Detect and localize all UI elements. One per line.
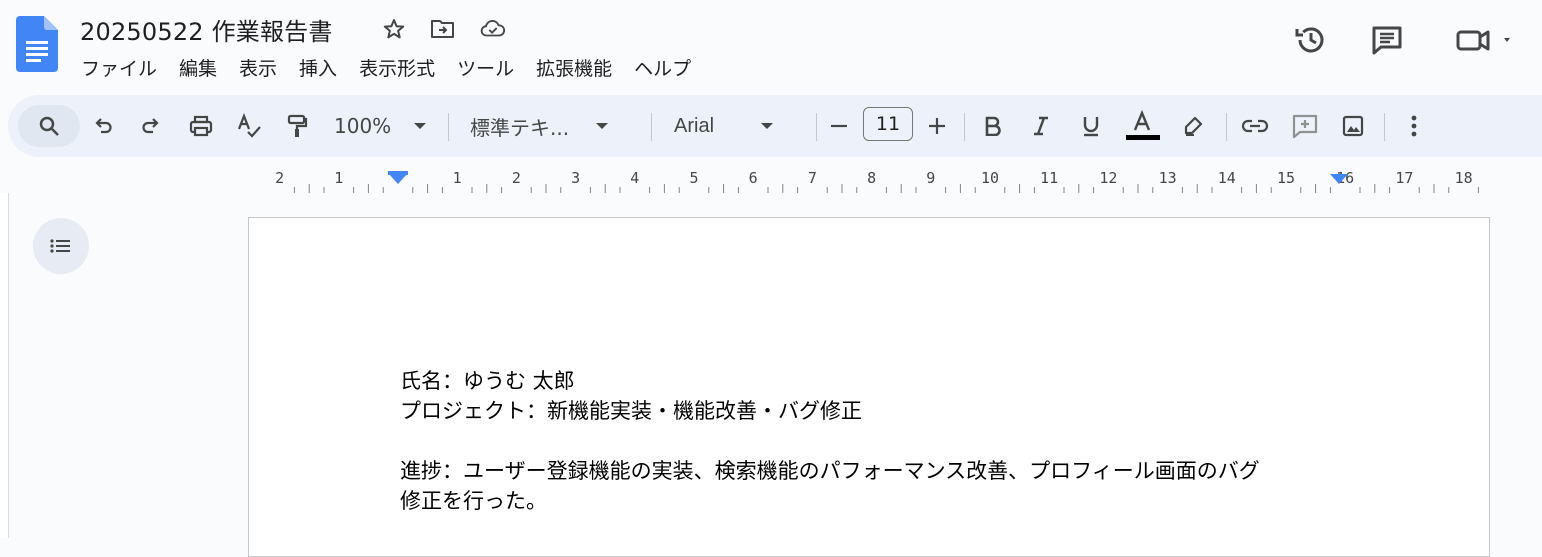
body-line: 氏名：ゆうむ 太郎 <box>400 369 575 393</box>
ruler-label: 7 <box>808 169 817 187</box>
underline-icon[interactable] <box>1076 105 1106 147</box>
ruler-label: 6 <box>749 169 758 187</box>
ruler-label: 18 <box>1455 169 1473 187</box>
ruler-label: 1 <box>453 169 462 187</box>
menu-format[interactable]: 表示形式 <box>348 52 446 83</box>
more-icon[interactable] <box>1400 105 1428 147</box>
print-icon[interactable] <box>182 105 220 147</box>
search-icon[interactable] <box>18 105 80 147</box>
font-value: Arial <box>674 114 715 137</box>
bold-icon[interactable] <box>978 105 1008 147</box>
ruler-label: 12 <box>1099 169 1117 187</box>
font-size-input[interactable]: 11 <box>863 107 913 141</box>
spellcheck-icon[interactable] <box>230 105 268 147</box>
ruler-label: 2 <box>275 169 284 187</box>
ruler-label: 2 <box>512 169 521 187</box>
comments-icon[interactable] <box>1365 18 1409 62</box>
ruler-label: 3 <box>571 169 580 187</box>
ruler-label: 10 <box>981 169 999 187</box>
paint-format-icon[interactable] <box>280 105 314 147</box>
chevron-down-icon <box>596 123 609 129</box>
ruler-label: 13 <box>1159 169 1177 187</box>
ruler-label: 17 <box>1395 169 1413 187</box>
image-icon[interactable] <box>1336 105 1370 147</box>
italic-icon[interactable] <box>1026 105 1056 147</box>
vertical-ruler <box>0 193 9 538</box>
redo-icon[interactable] <box>134 105 168 147</box>
ruler-label: 5 <box>689 169 698 187</box>
document-body[interactable]: 氏名：ゆうむ 太郎 プロジェクト：新機能実装・機能改善・バグ修正 進捗：ユーザー… <box>400 366 1260 516</box>
text-color-icon[interactable] <box>1122 105 1162 147</box>
font-select[interactable]: Arial <box>664 105 804 147</box>
ruler-label: 15 <box>1277 169 1295 187</box>
zoom-select[interactable]: 100% <box>328 105 436 147</box>
undo-icon[interactable] <box>86 105 120 147</box>
ruler[interactable]: 2 1 1 2 3 4 5 6 7 8 9 10 11 12 13 14 15 16 17 18 <box>0 165 1542 194</box>
document-title[interactable]: 20250522 作業報告書 <box>80 12 333 47</box>
ruler-label: 4 <box>630 169 639 187</box>
menu-insert[interactable]: 挿入 <box>288 52 348 83</box>
style-select[interactable]: 標準テキ... <box>460 105 638 147</box>
menu-bar: ファイル 編集 表示 挿入 表示形式 ツール 拡張機能 ヘルプ <box>70 52 702 83</box>
toolbar-divider <box>448 113 449 141</box>
menu-tools[interactable]: ツール <box>446 52 525 83</box>
toolbar-divider <box>651 113 652 141</box>
body-line: 進捗：ユーザー登録機能の実装、検索機能のパフォーマンス改善、プロフィール画面のバ… <box>400 459 1260 483</box>
ruler-label: 11 <box>1040 169 1058 187</box>
ruler-label: 1 <box>334 169 343 187</box>
ruler-label: 9 <box>926 169 935 187</box>
menu-view[interactable]: 表示 <box>228 52 288 83</box>
toolbar-divider <box>964 113 965 141</box>
menu-help[interactable]: ヘルプ <box>623 52 702 83</box>
menu-extensions[interactable]: 拡張機能 <box>525 52 623 83</box>
toolbar-divider <box>816 113 817 141</box>
zoom-value: 100% <box>334 114 392 138</box>
ruler-label: 14 <box>1218 169 1236 187</box>
style-value: 標準テキ... <box>470 115 570 140</box>
docs-logo[interactable] <box>16 16 58 72</box>
meet-icon[interactable] <box>1450 18 1520 62</box>
menu-edit[interactable]: 編集 <box>168 52 228 83</box>
chevron-down-icon <box>414 123 427 129</box>
move-folder-icon[interactable] <box>430 16 456 42</box>
ruler-label: 8 <box>867 169 876 187</box>
toolbar-divider <box>1226 113 1227 141</box>
version-history-icon[interactable] <box>1289 18 1333 62</box>
toolbar-divider <box>1384 113 1385 141</box>
increase-font-size-icon[interactable] <box>922 105 952 147</box>
cloud-saved-icon[interactable] <box>480 16 506 42</box>
star-icon[interactable] <box>381 16 407 42</box>
toolbar: 100% 標準テキ... Arial <box>8 95 1542 157</box>
add-comment-icon[interactable] <box>1288 105 1322 147</box>
outline-icon[interactable] <box>33 218 89 274</box>
chevron-down-icon <box>761 123 774 129</box>
ruler-scale: 2 1 1 2 3 4 5 6 7 8 9 10 11 12 13 14 15 16 17 18 <box>250 165 1490 193</box>
body-line: プロジェクト：新機能実装・機能改善・バグ修正 <box>400 399 862 423</box>
body-line: 修正を行った。 <box>400 489 547 513</box>
menu-file[interactable]: ファイル <box>70 52 168 83</box>
decrease-font-size-icon[interactable] <box>824 105 854 147</box>
highlight-icon[interactable] <box>1178 105 1208 147</box>
link-icon[interactable] <box>1238 105 1272 147</box>
